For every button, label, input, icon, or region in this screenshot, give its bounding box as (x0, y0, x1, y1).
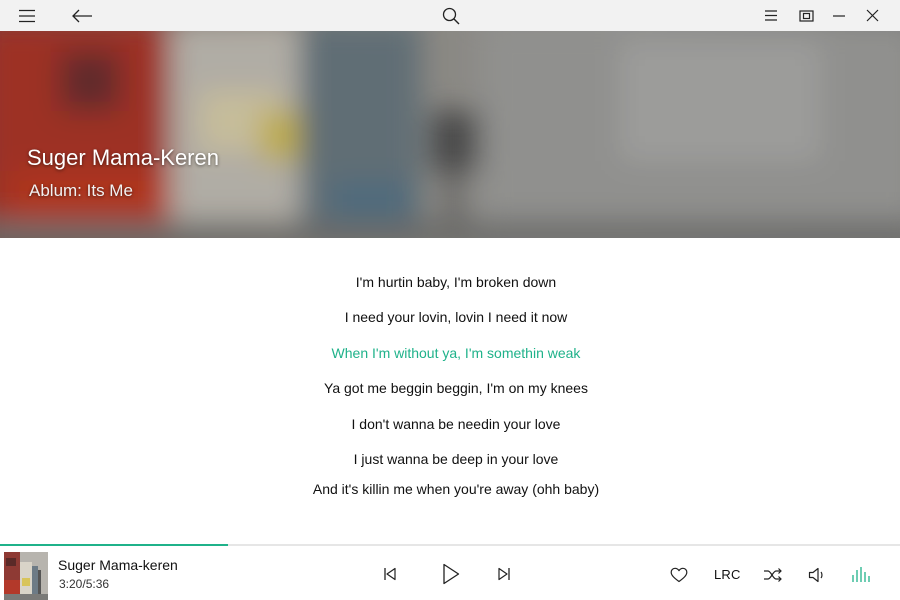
next-icon[interactable] (494, 564, 514, 584)
album-banner: Suger Mama-Keren Ablum: Its Me (0, 31, 900, 238)
lyric-line-current: When I'm without ya, I'm somethin weak (331, 345, 581, 361)
close-icon[interactable] (861, 0, 883, 31)
search-icon[interactable] (438, 0, 464, 31)
heart-icon[interactable] (668, 565, 690, 585)
previous-icon[interactable] (380, 564, 400, 584)
minimize-icon[interactable] (828, 0, 850, 31)
equalizer-icon[interactable] (849, 563, 873, 585)
lyric-line: Ya got me beggin beggin, I'm on my knees (324, 380, 588, 396)
song-title: Suger Mama-Keren (27, 145, 219, 170)
now-playing-title: Suger Mama-keren (58, 557, 178, 573)
back-arrow-icon[interactable] (68, 0, 96, 31)
mini-mode-icon[interactable] (795, 0, 817, 31)
lyric-line: And it's killin me when you're away (ohh… (312, 481, 600, 497)
menu-icon[interactable] (13, 0, 41, 31)
title-bar (0, 0, 900, 31)
lyric-line: I'm hurtin baby, I'm broken down (355, 274, 557, 290)
list-icon[interactable] (760, 0, 782, 31)
lyric-line: I just wanna be deep in your love (353, 451, 559, 467)
lyric-line: I need your lovin, lovin I need it now (344, 309, 568, 325)
now-playing-time: 3:20/5:36 (59, 577, 110, 591)
album-thumbnail[interactable] (4, 552, 48, 600)
lrc-button[interactable]: LRC (714, 567, 741, 582)
lyrics-panel: I'm hurtin baby, I'm broken down I need … (0, 238, 900, 544)
album-name: Ablum: Its Me (29, 181, 133, 200)
play-icon[interactable] (439, 561, 463, 587)
shuffle-icon[interactable] (762, 565, 784, 585)
album-art-background (0, 31, 900, 238)
player-bar: Suger Mama-keren 3:20/5:36 LRC (0, 546, 900, 600)
volume-icon[interactable] (806, 565, 828, 585)
lyric-line: I don't wanna be needin your love (351, 416, 561, 432)
